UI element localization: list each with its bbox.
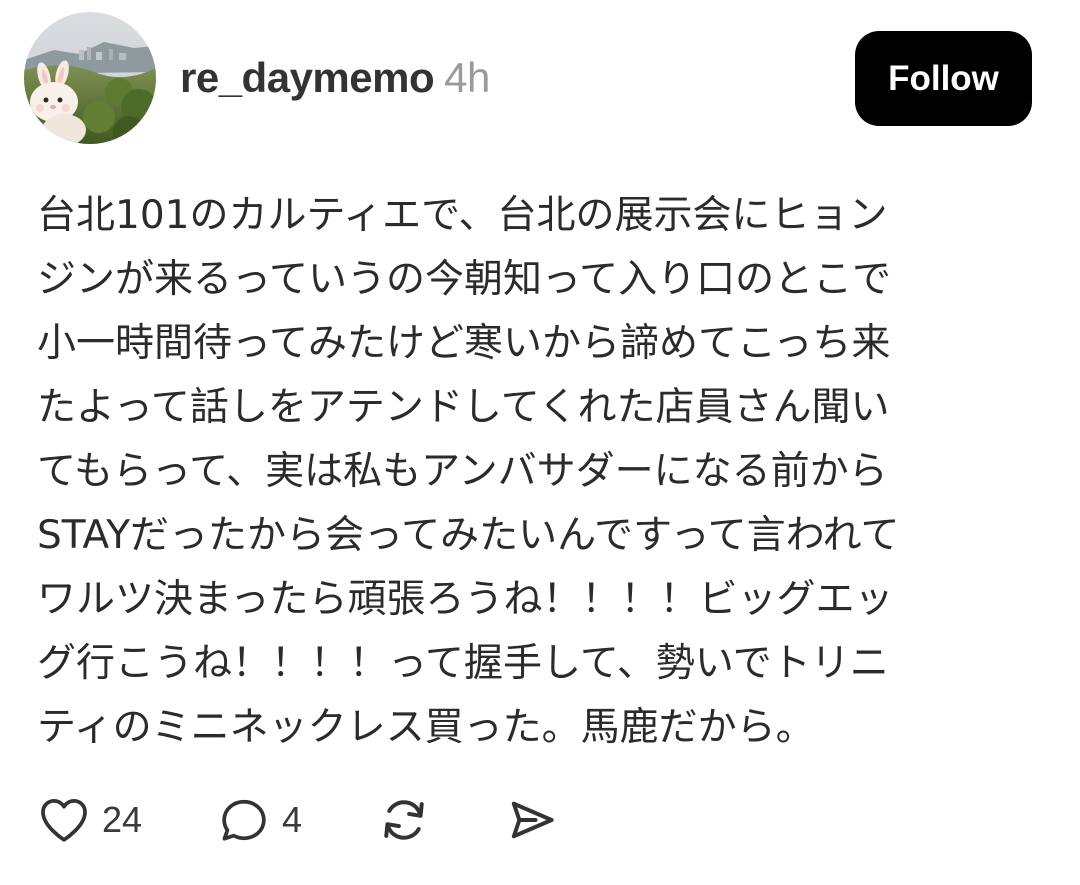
post-body-line: ワルツ決まったら頑張ろうね！！！！ビッグエッ xyxy=(37,577,894,622)
post-body-line: ジンが来るっていうの今朝知って入り口のとこで xyxy=(37,257,892,302)
post-timestamp: 4h xyxy=(444,54,490,101)
post-body-line: たよって話しをアテンドしてくれた店員さん聞い xyxy=(37,385,890,430)
like-button[interactable]: 24 xyxy=(36,788,142,852)
author-row: re_daymemo 4h xyxy=(180,54,490,102)
comment-icon xyxy=(222,799,266,841)
post-body-line: ティのミニネックレス買った。馬鹿だから。 xyxy=(37,705,815,750)
reply-button[interactable]: 4 xyxy=(216,788,302,852)
share-button[interactable] xyxy=(504,788,560,852)
post-card: re_daymemo 4h Follow 台北101のカルティエで、台北の展示会に… xyxy=(0,0,1080,885)
post-body-line: てもらって、実は私もアンバサダーになる前から xyxy=(37,449,888,494)
reply-count: 4 xyxy=(282,799,303,840)
post-body-line: グ行こうね！！！！って握手して、勢いでトリニ xyxy=(37,641,889,686)
post-body: 台北101のカルティエで、台北の展示会にヒョン ジンが来るっていうの今朝知って入… xyxy=(37,184,1037,760)
post-body-line: 小一時間待ってみたけど寒いから諦めてこっち来 xyxy=(37,321,891,366)
follow-button[interactable]: Follow xyxy=(855,31,1032,126)
repost-button[interactable] xyxy=(376,788,432,852)
send-icon xyxy=(511,801,554,839)
action-bar: 24 4 xyxy=(36,788,636,852)
author-username[interactable]: re_daymemo xyxy=(180,54,435,101)
post-body-line: STAYだったから会ってみたいんですって言われて xyxy=(37,513,900,558)
like-count: 24 xyxy=(102,799,143,840)
avatar[interactable] xyxy=(24,12,156,144)
post-body-line: 台北101のカルティエで、台北の展示会にヒョン xyxy=(37,193,888,238)
heart-icon xyxy=(41,799,87,842)
repost-icon xyxy=(384,800,424,840)
avatar-image xyxy=(24,12,156,144)
